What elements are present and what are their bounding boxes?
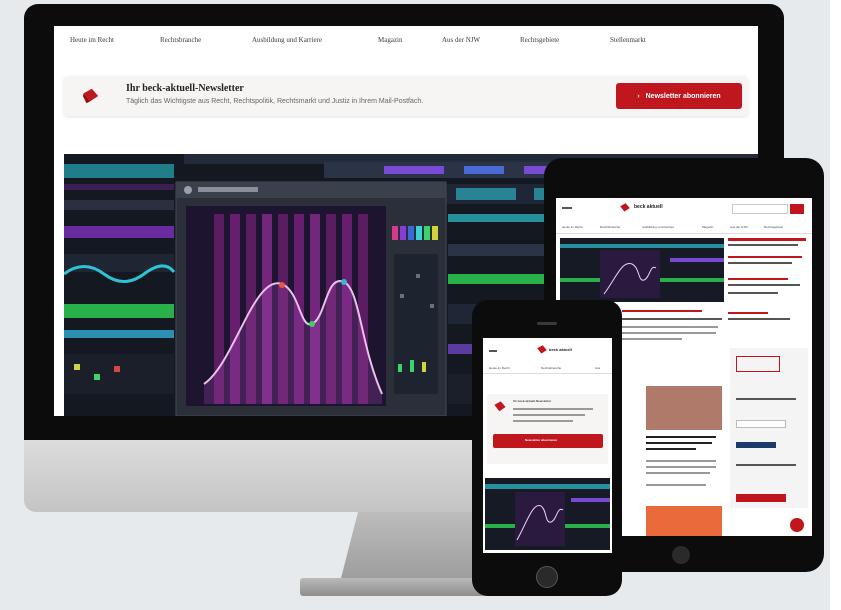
nav-item-aus-der-njw[interactable]: Aus der NJW — [442, 36, 480, 44]
phone-hero-image — [485, 478, 610, 550]
phone-subscribe-label: Newsletter abonnieren — [525, 438, 558, 442]
phone-nav-item-2[interactable]: Rechtsbranche — [541, 367, 561, 370]
menu-icon[interactable] — [562, 207, 572, 209]
sidebar-line — [728, 312, 768, 314]
sidebar-line — [728, 284, 800, 286]
chevron-right-icon: › — [637, 92, 640, 100]
newsletter-subtitle: Täglich das Wichtigste aus Recht, Rechts… — [126, 98, 424, 105]
article-card-title — [646, 448, 696, 450]
sidebar-ad-line — [736, 398, 796, 400]
phone-nav-item-3[interactable]: Aus — [595, 367, 600, 370]
tab-nav-item-2[interactable]: Rechtsbranche — [600, 226, 620, 229]
sidebar-ad-button[interactable] — [736, 494, 786, 502]
sidebar-headline — [728, 238, 806, 241]
menu-icon[interactable] — [489, 350, 497, 352]
nav-item-stellenmarkt[interactable]: Stellenmarkt — [610, 36, 646, 44]
article-card-image[interactable] — [646, 506, 722, 536]
article-card-text — [646, 472, 710, 474]
sidebar-line — [728, 292, 778, 294]
phone-newsletter-line — [513, 408, 593, 410]
chat-icon[interactable] — [790, 518, 804, 532]
article-card-text — [646, 466, 716, 468]
article-line — [622, 332, 716, 334]
tablet-logo-text: beck aktuell — [634, 204, 663, 210]
phone-newsletter-title: Ihr beck-aktuell-Newsletter — [513, 399, 552, 403]
logo-icon — [537, 345, 547, 354]
sidebar-ad-badge — [736, 442, 776, 448]
phone-subscribe-button[interactable]: Newsletter abonnieren — [493, 434, 603, 448]
phone-home-button — [536, 566, 558, 588]
phone-newsletter-box: Ihr beck-aktuell-Newsletter Newsletter a… — [487, 394, 608, 464]
tablet-hero-image — [560, 238, 724, 302]
tab-nav-item-5[interactable]: Aus der NJW — [730, 226, 748, 229]
envelope-icon — [494, 401, 506, 412]
article-card-text — [646, 484, 706, 486]
article-kicker — [622, 310, 702, 312]
tab-nav-item-6[interactable]: Rechtsgebiete — [764, 226, 783, 229]
article-line — [622, 326, 718, 328]
article-card-title — [646, 442, 712, 444]
article-card-image[interactable] — [646, 386, 722, 430]
nav-item-rechtsgebiete[interactable]: Rechtsgebiete — [520, 36, 559, 44]
logo-icon — [620, 203, 630, 212]
tablet-nav: Heute im Recht Rechtsbranche Ausbildung … — [556, 222, 812, 234]
sidebar-ad-box — [730, 348, 808, 508]
article-card-text — [646, 460, 716, 462]
sidebar-line — [728, 244, 798, 246]
nav-item-heute-im-recht[interactable]: Heute im Recht — [70, 36, 114, 44]
tab-nav-item-4[interactable]: Magazin — [702, 226, 713, 229]
phone-newsletter-line — [513, 420, 573, 422]
subscribe-newsletter-button[interactable]: › Newsletter abonnieren — [616, 83, 742, 109]
sidebar-ad-line — [736, 464, 796, 466]
search-icon[interactable] — [790, 204, 804, 214]
article-line — [622, 338, 682, 340]
tab-nav-item-1[interactable]: Heute im Recht — [562, 226, 583, 229]
desktop-monitor-stand — [340, 512, 490, 582]
sidebar-ad-logo — [736, 356, 780, 372]
sidebar-line — [728, 318, 790, 320]
sidebar-line — [728, 278, 788, 280]
phone-screen: beck aktuell Heute im Recht Rechtsbranch… — [483, 338, 612, 553]
article-card-title — [646, 436, 716, 438]
newsletter-banner: Ihr beck-aktuell-Newsletter Täglich das … — [64, 76, 748, 116]
tablet-search-input[interactable] — [732, 204, 788, 214]
tablet-home-button — [672, 546, 690, 564]
sidebar-ad-input[interactable] — [736, 420, 786, 428]
desktop-main-nav: Heute im Recht Rechtsbranche Ausbildung … — [54, 36, 758, 52]
subscribe-button-label: Newsletter abonnieren — [645, 92, 721, 100]
tab-nav-item-3[interactable]: Ausbildung und Karriere — [642, 226, 674, 229]
nav-item-ausbildung-karriere[interactable]: Ausbildung und Karriere — [252, 36, 322, 44]
phone-newsletter-line — [513, 414, 585, 416]
phone-speaker — [537, 322, 557, 325]
envelope-icon — [82, 88, 99, 104]
phone-logo-text: beck aktuell — [549, 347, 572, 352]
sidebar-line — [728, 256, 802, 258]
phone-nav-item-1[interactable]: Heute im Recht — [489, 367, 510, 370]
sidebar-line — [728, 262, 792, 264]
nav-item-magazin[interactable]: Magazin — [378, 36, 403, 44]
newsletter-title: Ihr beck-aktuell-Newsletter — [126, 83, 244, 94]
article-line — [622, 318, 722, 320]
phone-nav: Heute im Recht Rechtsbranche Aus — [483, 364, 612, 374]
nav-item-rechtsbranche[interactable]: Rechtsbranche — [160, 36, 201, 44]
